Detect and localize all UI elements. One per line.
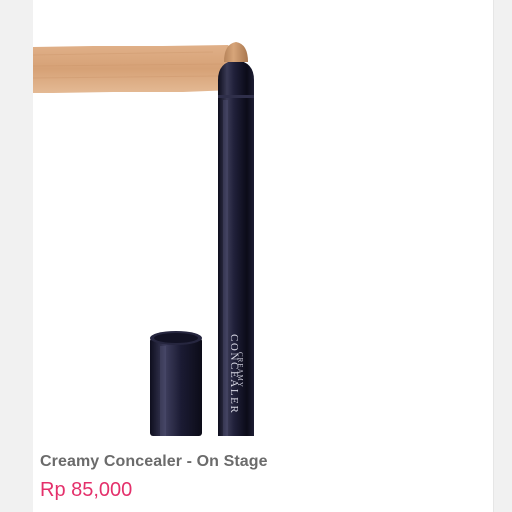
- page: CREAMY CONCEALER Creamy Concealer - On S…: [0, 0, 512, 512]
- product-card[interactable]: CREAMY CONCEALER Creamy Concealer - On S…: [33, 0, 494, 512]
- pen-label-line2: CONCEALER: [228, 334, 240, 414]
- concealer-cap: [150, 331, 202, 436]
- product-name[interactable]: Creamy Concealer - On Stage: [40, 453, 268, 471]
- concealer-pen: CREAMY CONCEALER: [218, 42, 254, 436]
- product-price: Rp 85,000: [40, 479, 133, 501]
- product-image[interactable]: CREAMY CONCEALER: [33, 0, 493, 436]
